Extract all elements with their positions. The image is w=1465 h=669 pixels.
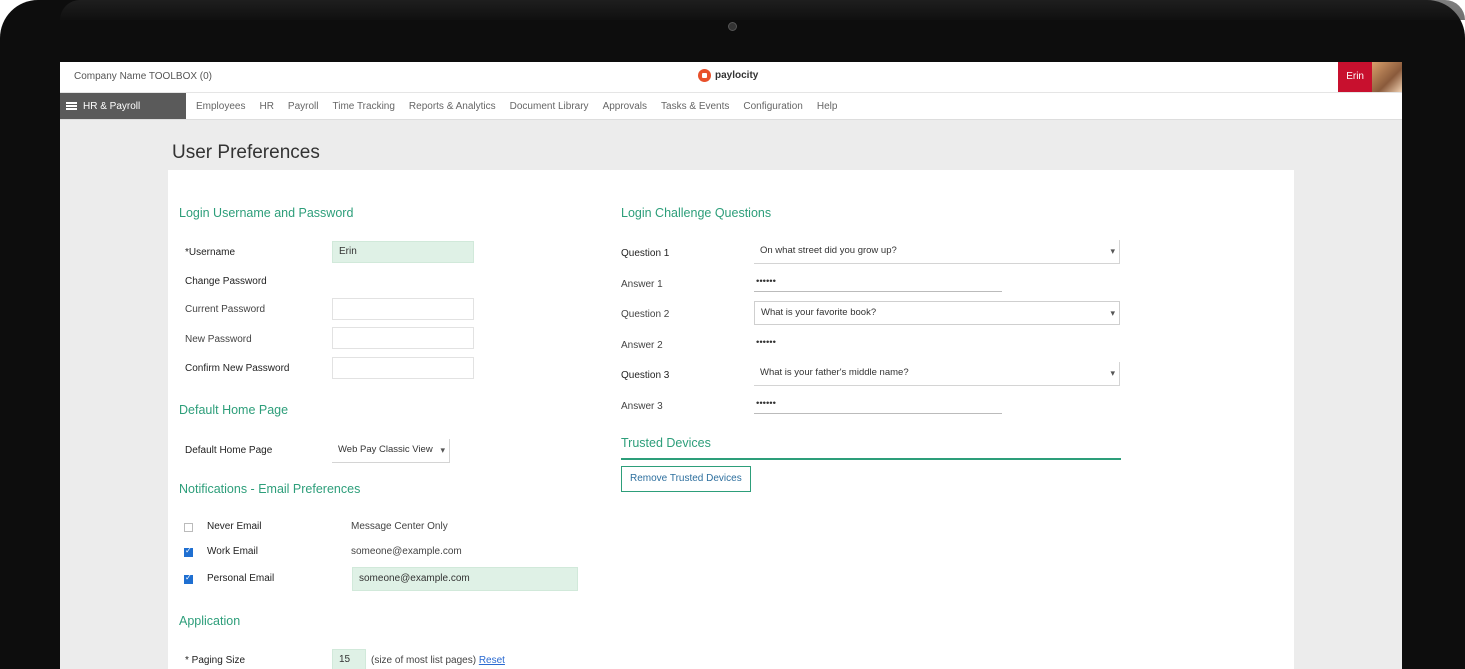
nav-item-reports[interactable]: Reports & Analytics (409, 101, 496, 112)
never-email-label: Never Email (207, 521, 262, 532)
brand-logo[interactable]: paylocity (698, 69, 758, 82)
hamburger-menu-icon (66, 102, 77, 110)
answer-2-field[interactable]: •••••• (754, 333, 1002, 353)
answer-3-label: Answer 3 (621, 401, 663, 412)
question-1-label: Question 1 (621, 248, 670, 259)
paging-reset-link[interactable]: Reset (479, 655, 505, 666)
question-2-select[interactable]: What is your favorite book? ▾ (754, 301, 1120, 325)
answer-2-label: Answer 2 (621, 340, 663, 351)
personal-email-checkbox[interactable] (184, 573, 193, 584)
question-1-value: On what street did you grow up? (760, 245, 897, 256)
nav-item-employees[interactable]: Employees (196, 101, 245, 112)
work-email-value: someone@example.com (351, 546, 462, 557)
nav-item-payroll[interactable]: Payroll (288, 101, 319, 112)
nav-item-help[interactable]: Help (817, 101, 838, 112)
username-label: *Username (185, 247, 236, 258)
work-email-label: Work Email (207, 546, 258, 557)
nav-item-time-tracking[interactable]: Time Tracking (333, 101, 395, 112)
screen: Company Name TOOLBOX (0) paylocity Erin … (60, 62, 1402, 669)
paging-size-hint-text: (size of most list pages) (371, 655, 477, 666)
default-home-page-value: Web Pay Classic View (338, 444, 433, 455)
question-1-select[interactable]: On what street did you grow up? ▾ (754, 240, 1120, 264)
confirm-password-field[interactable] (332, 357, 474, 379)
chevron-down-icon: ▾ (1110, 308, 1115, 318)
question-2-value: What is your favorite book? (761, 307, 877, 318)
trusted-devices-divider (621, 458, 1121, 460)
current-password-field[interactable] (332, 298, 474, 320)
confirm-password-label: Confirm New Password (185, 363, 290, 374)
section-login-credentials: Login Username and Password (179, 206, 354, 220)
nav-item-approvals[interactable]: Approvals (603, 101, 647, 112)
nav-items: Employees HR Payroll Time Tracking Repor… (186, 101, 837, 112)
nav-item-configuration[interactable]: Configuration (743, 101, 802, 112)
user-name[interactable]: Erin (1338, 62, 1372, 92)
work-email-checkbox[interactable] (184, 546, 193, 557)
default-home-page-label: Default Home Page (185, 445, 273, 456)
current-password-label: Current Password (185, 304, 266, 315)
nav-item-document-library[interactable]: Document Library (510, 101, 589, 112)
chevron-down-icon: ▾ (1110, 246, 1115, 256)
page-title: User Preferences (172, 142, 320, 163)
section-notifications: Notifications - Email Preferences (179, 482, 361, 496)
never-email-checkbox[interactable] (184, 523, 193, 532)
personal-email-label: Personal Email (207, 573, 275, 584)
question-2-label: Question 2 (621, 309, 670, 320)
new-password-field[interactable] (332, 327, 474, 349)
new-password-label: New Password (185, 334, 252, 345)
never-email-value: Message Center Only (351, 521, 448, 532)
answer-3-field[interactable]: •••••• (754, 394, 1002, 414)
user-menu[interactable]: Erin (1338, 62, 1402, 92)
top-bar: Company Name TOOLBOX (0) paylocity Erin (60, 62, 1402, 93)
brand-name: paylocity (715, 70, 759, 81)
chevron-down-icon: ▾ (440, 445, 445, 455)
chevron-down-icon: ▾ (1110, 368, 1115, 378)
nav-home-label: HR & Payroll (83, 100, 141, 112)
section-default-home-page: Default Home Page (179, 403, 289, 417)
username-field[interactable]: Erin (332, 241, 474, 263)
section-application: Application (179, 614, 241, 628)
question-3-select[interactable]: What is your father's middle name? ▾ (754, 362, 1120, 386)
nav-home-button[interactable]: HR & Payroll (60, 93, 186, 119)
webcam (728, 22, 737, 31)
bezel-highlight (60, 0, 1465, 20)
nav-item-hr[interactable]: HR (259, 101, 273, 112)
paging-size-label: * Paging Size (185, 655, 246, 666)
question-3-value: What is your father's middle name? (760, 367, 909, 378)
default-home-page-select[interactable]: Web Pay Classic View ▾ (332, 439, 450, 463)
preferences-panel: Login Username and Password *Username Er… (168, 170, 1294, 669)
paging-size-hint: (size of most list pages) Reset (371, 655, 505, 666)
answer-1-label: Answer 1 (621, 279, 663, 290)
paging-size-field[interactable]: 15 (332, 649, 366, 669)
section-challenge-questions: Login Challenge Questions (621, 206, 772, 220)
paylocity-logo-icon (698, 69, 711, 82)
main-nav: HR & Payroll Employees HR Payroll Time T… (60, 93, 1402, 120)
personal-email-field[interactable]: someone@example.com (352, 567, 578, 591)
section-trusted-devices: Trusted Devices (621, 436, 711, 450)
company-name[interactable]: Company Name TOOLBOX (0) (74, 71, 212, 82)
avatar[interactable] (1372, 62, 1402, 92)
change-password-label: Change Password (185, 276, 267, 287)
remove-trusted-devices-button[interactable]: Remove Trusted Devices (621, 466, 751, 492)
nav-item-tasks-events[interactable]: Tasks & Events (661, 101, 729, 112)
answer-1-field[interactable]: •••••• (754, 272, 1002, 292)
question-3-label: Question 3 (621, 370, 670, 381)
